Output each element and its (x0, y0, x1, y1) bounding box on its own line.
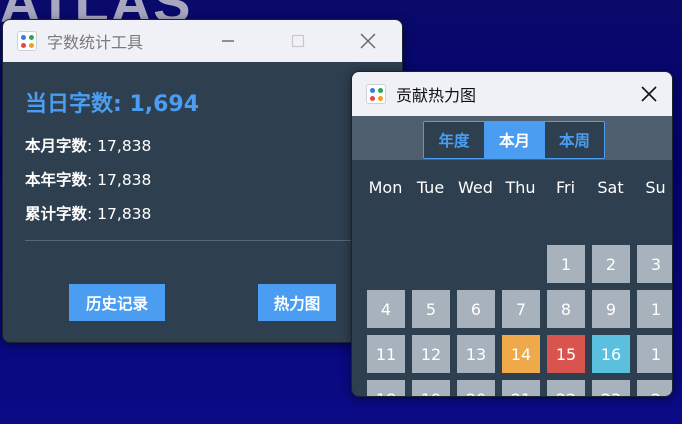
maximize-icon[interactable] (275, 20, 321, 62)
calendar-day-cell[interactable]: 2 (637, 380, 672, 396)
app-icon (366, 84, 386, 104)
app-icon (17, 31, 37, 51)
divider (25, 240, 380, 241)
calendar-day-cell[interactable]: 18 (367, 380, 405, 396)
today-word-count: 当日字数: 1,694 (25, 92, 200, 117)
calendar-day-cell[interactable]: 8 (547, 290, 585, 328)
weekday-header: Sat (597, 178, 624, 197)
stat-value: : 17,838 (87, 137, 152, 155)
stat-value: : 17,838 (87, 205, 152, 223)
weekday-header: Thu (505, 178, 536, 197)
stat-label: 本月字数 (25, 137, 88, 155)
tab-month[interactable]: 本月 (484, 122, 544, 158)
tab-week[interactable]: 本周 (544, 122, 604, 158)
close-icon[interactable] (345, 20, 391, 62)
calendar-day-cell[interactable]: 5 (412, 290, 450, 328)
month-word-count: 本月字数: 17,838 (25, 134, 380, 156)
calendar-day-cell[interactable]: 11 (367, 335, 405, 373)
calendar-day-cell[interactable]: 7 (502, 290, 540, 328)
stat-label: 本年字数 (25, 171, 88, 189)
heatmap-titlebar[interactable]: 贡献热力图 (352, 72, 672, 116)
calendar-day-cell[interactable]: 4 (367, 290, 405, 328)
calendar-day-cell[interactable]: 12 (412, 335, 450, 373)
calendar-day-cell[interactable]: 20 (457, 380, 495, 396)
period-tabs: 年度 本月 本周 (423, 121, 605, 159)
stat-value: : 17,838 (87, 171, 152, 189)
calendar-day-cell[interactable]: 3 (637, 245, 672, 283)
calendar-day-cell[interactable]: 1 (637, 335, 672, 373)
heatmap-window: 贡献热力图 年度 本月 本周 Mon Tue Wed Thu Fri Sat Su 1 2 3 4 5… (351, 71, 673, 397)
heatmap-button[interactable]: 热力图 (258, 284, 336, 321)
total-word-count: 累计字数: 17,838 (25, 202, 380, 224)
calendar-day-cell[interactable]: 13 (457, 335, 495, 373)
word-count-window: 字数统计工具 当日字数: 1,694 本月字数: 17,838 本年字数: 17… (2, 19, 403, 343)
close-icon[interactable] (626, 72, 672, 116)
calendar-day-cell[interactable]: 16 (592, 335, 630, 373)
weekday-header: Su (645, 178, 666, 197)
calendar-day-cell[interactable]: 1 (637, 290, 672, 328)
heatmap-window-title: 贡献热力图 (396, 86, 477, 105)
calendar-day-cell[interactable]: 1 (547, 245, 585, 283)
calendar-grid: Mon Tue Wed Thu Fri Sat Su 1 2 3 4 5 6 7 8 9 1 11 12 13 14 15… (352, 160, 672, 396)
calendar-day-cell[interactable]: 2 (592, 245, 630, 283)
calendar-day-cell[interactable]: 6 (457, 290, 495, 328)
calendar-day-cell[interactable]: 14 (502, 335, 540, 373)
main-window-title: 字数统计工具 (47, 33, 144, 52)
year-word-count: 本年字数: 17,838 (25, 168, 380, 190)
calendar-day-cell[interactable]: 22 (547, 380, 585, 396)
minimize-icon[interactable] (205, 20, 251, 62)
weekday-header: Mon (368, 178, 403, 197)
calendar-day-cell[interactable]: 19 (412, 380, 450, 396)
weekday-header: Tue (416, 178, 445, 197)
history-button[interactable]: 历史记录 (69, 284, 165, 321)
weekday-header: Wed (458, 178, 493, 197)
calendar-day-cell[interactable]: 23 (592, 380, 630, 396)
calendar-day-cell[interactable]: 15 (547, 335, 585, 373)
calendar-day-cell[interactable]: 21 (502, 380, 540, 396)
period-selector-bar: 年度 本月 本周 (352, 116, 672, 160)
calendar-day-cell[interactable]: 9 (592, 290, 630, 328)
tab-year[interactable]: 年度 (424, 122, 484, 158)
stat-label: 累计字数 (25, 205, 88, 223)
main-titlebar[interactable]: 字数统计工具 (3, 20, 402, 62)
weekday-header: Fri (555, 178, 576, 197)
